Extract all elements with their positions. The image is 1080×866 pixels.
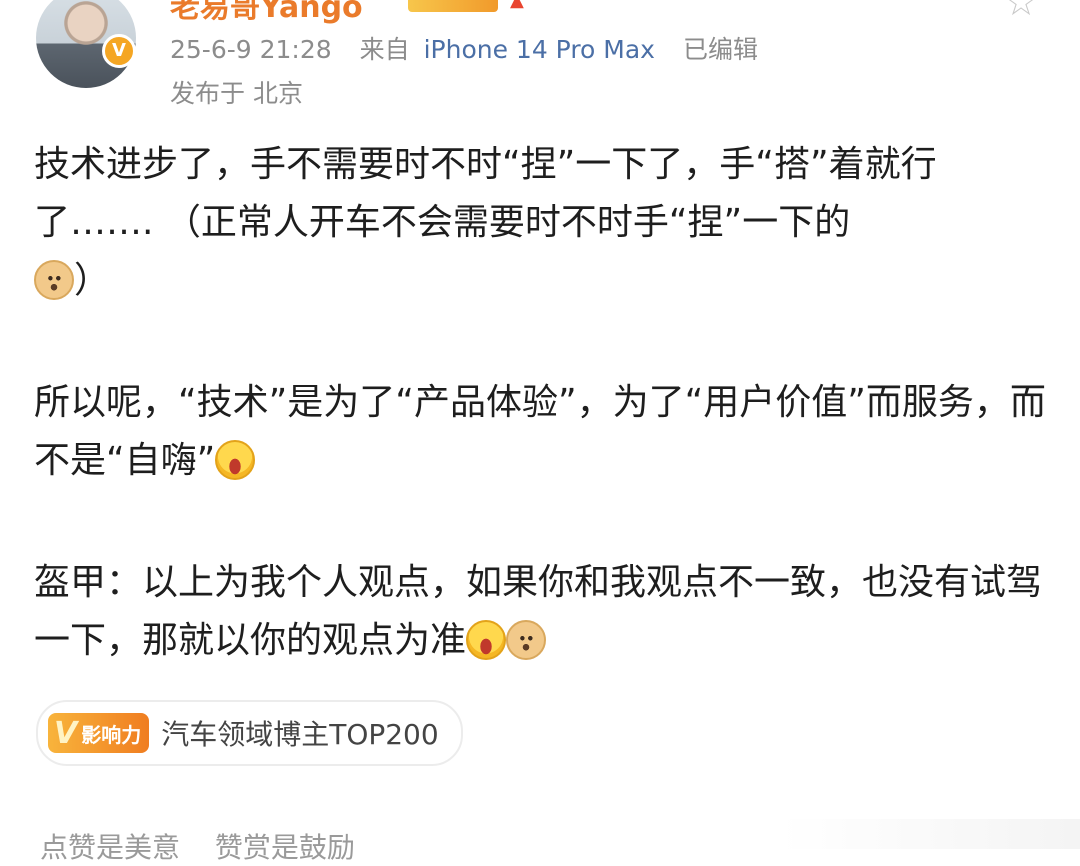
device-link[interactable]: iPhone 14 Pro Max: [424, 35, 655, 64]
post-meta: 25-6-9 21:28 来自 iPhone 14 Pro Max 已编辑: [170, 30, 778, 66]
footer-line: 点赞是美意 赞赏是鼓励: [40, 826, 381, 866]
verified-badge-icon: V: [102, 34, 136, 68]
user-level-badge: [408, 0, 498, 12]
edited-label[interactable]: 已编辑: [683, 35, 758, 64]
flame-icon: ▲: [510, 0, 524, 11]
post-paragraph: 盔甲：以上为我个人观点，如果你和我观点不一致，也没有试驾一下，那就以你的观点为准: [34, 554, 1054, 670]
paragraph-text: ）: [74, 260, 111, 301]
footer-item: 点赞是美意: [40, 831, 181, 864]
paragraph-text: 技术进步了，手不需要时不时“捏”一下了，手“搭”着就行了……. （正常人开车不会…: [34, 144, 937, 243]
doge-emoji-icon: [34, 260, 74, 300]
star-outline-icon[interactable]: ☆: [1004, 0, 1044, 22]
source-prefix: 来自: [359, 35, 410, 64]
post-paragraph: 所以呢，“技术”是为了“产品体验”，为了“用户价值”而服务，而不是“自嗨”: [34, 374, 1054, 490]
influence-v-icon: V: [54, 715, 78, 751]
post-paragraph: 技术进步了，手不需要时不时“捏”一下了，手“搭”着就行了……. （正常人开车不会…: [34, 136, 1054, 310]
footer-item: 赞赏是鼓励: [214, 831, 355, 864]
post-location: 发布于 北京: [170, 79, 303, 108]
post-body: 技术进步了，手不需要时不时“捏”一下了，手“搭”着就行了……. （正常人开车不会…: [34, 136, 1054, 734]
influence-logo: V 影响力: [48, 713, 150, 753]
laughing-emoji-icon: [215, 440, 256, 480]
username[interactable]: 老易哥Yango: [170, 0, 363, 26]
doge-emoji-icon: [506, 620, 547, 660]
page-fade: [780, 819, 1080, 849]
paragraph-text: 所以呢，“技术”是为了“产品体验”，为了“用户价值”而服务，而不是“自嗨”: [34, 382, 1046, 481]
laughing-emoji-icon: [466, 620, 507, 660]
influence-logo-label: 影响力: [81, 722, 142, 747]
influence-tag-text: 汽车领域博主TOP200: [161, 718, 439, 751]
post-header: V 老易哥Yango ▲ ☆ 25-6-9 21:28 来自 iPhone 14…: [0, 0, 1080, 120]
post-time: 25-6-9 21:28: [170, 35, 332, 64]
influence-tag[interactable]: V 影响力 汽车领域博主TOP200: [36, 700, 463, 766]
